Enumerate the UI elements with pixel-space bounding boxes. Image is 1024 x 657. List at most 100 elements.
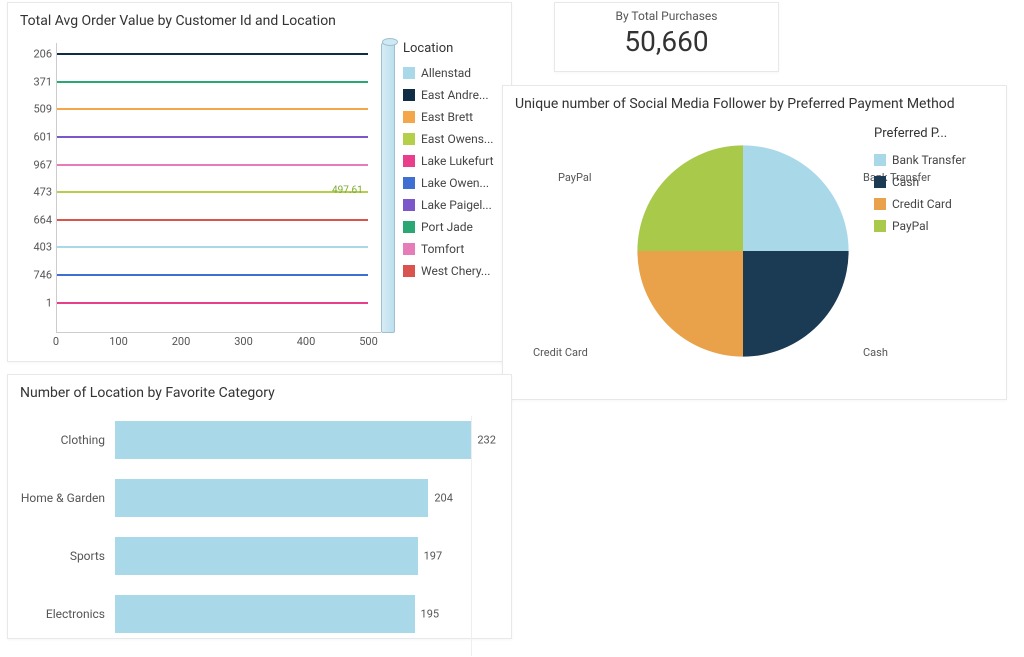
hbar-row[interactable]: Home & Garden 204 [20, 473, 499, 523]
legend-label: East Owens... [421, 132, 493, 146]
line-chart-panel: Total Avg Order Value by Customer Id and… [7, 2, 512, 362]
plot-area[interactable]: 497.61 [56, 43, 381, 333]
legend-swatch [874, 220, 886, 232]
hbar-track: 195 [115, 595, 499, 633]
legend-title: Preferred P... [874, 126, 994, 141]
line-chart-body[interactable]: 2063715096019674736644037461 497.61 0100… [8, 33, 511, 353]
legend-item[interactable]: East Andre... [403, 84, 508, 106]
legend-swatch [403, 199, 415, 211]
kpi-value: 50,660 [555, 23, 778, 58]
pie-slice-label: Cash [863, 346, 888, 359]
series-line[interactable] [57, 219, 368, 221]
hbar-value: 197 [424, 550, 443, 563]
series-line[interactable] [57, 191, 368, 193]
legend-swatch [403, 155, 415, 167]
legend-item[interactable]: Tomfort [403, 238, 508, 260]
series-line[interactable] [57, 246, 368, 248]
pie-slice[interactable] [743, 145, 849, 251]
series-line[interactable] [57, 274, 368, 276]
hbar-category: Electronics [20, 607, 115, 621]
pie-slice-label: PayPal [558, 171, 592, 184]
y-tick-label: 473 [33, 186, 52, 199]
legend-item[interactable]: Cash [874, 171, 994, 193]
series-line[interactable] [57, 302, 368, 304]
series-line[interactable] [57, 108, 368, 110]
series-value-label: 497.61 [332, 185, 363, 196]
hbar-track: 197 [115, 537, 499, 575]
legend-swatch [874, 176, 886, 188]
hbar-value: 232 [477, 434, 496, 447]
series-line[interactable] [57, 53, 368, 55]
legend-swatch [403, 67, 415, 79]
legend-label: East Andre... [421, 88, 488, 102]
legend: Location Allenstad East Andre... East Bret… [403, 41, 508, 282]
hbar-row[interactable]: Clothing 232 [20, 415, 499, 465]
hbar-body[interactable]: Clothing 232 Home & Garden 204 Sports 197 Elec… [8, 405, 511, 657]
kpi-card: By Total Purchases 50,660 [554, 2, 779, 72]
legend-label: Cash [892, 175, 919, 189]
legend-label: Lake Paigel... [421, 198, 492, 212]
x-axis: 0100200300400500 [56, 335, 381, 351]
y-tick-label: 664 [33, 213, 52, 226]
hbar-category: Sports [20, 549, 115, 563]
series-line[interactable] [57, 81, 368, 83]
legend-label: Allenstad [421, 66, 471, 80]
x-tick-label: 100 [109, 335, 128, 348]
kpi-label: By Total Purchases [555, 3, 778, 23]
hbar-category: Clothing [20, 433, 115, 447]
panel-title: Number of Location by Favorite Category [8, 375, 511, 405]
pie-slice[interactable] [743, 251, 849, 357]
pie-svg[interactable] [633, 141, 853, 361]
axis-3d-cylinder [381, 43, 395, 333]
hbar-row[interactable]: Electronics 195 [20, 589, 499, 639]
pie-slice-label: Credit Card [533, 346, 588, 359]
legend-label: East Brett [421, 110, 473, 124]
legend-item[interactable]: East Owens... [403, 128, 508, 150]
hbar-category: Home & Garden [20, 491, 115, 505]
legend-swatch [874, 198, 886, 210]
panel-title: Total Avg Order Value by Customer Id and… [8, 3, 511, 33]
legend-swatch [403, 221, 415, 233]
panel-title: Unique number of Social Media Follower b… [503, 86, 1006, 116]
legend-label: Lake Lukefurt [421, 154, 494, 168]
hbar-track: 204 [115, 479, 499, 517]
x-tick-label: 400 [297, 335, 316, 348]
legend-label: Bank Transfer [892, 153, 966, 167]
y-tick-label: 509 [33, 103, 52, 116]
legend-item[interactable]: Allenstad [403, 62, 508, 84]
hbar-value: 195 [421, 608, 440, 621]
legend-label: Tomfort [421, 242, 464, 256]
pie-slice[interactable] [637, 145, 743, 251]
x-tick-label: 300 [234, 335, 253, 348]
y-tick-label: 206 [33, 48, 52, 61]
hbar-chart-panel: Number of Location by Favorite Category … [7, 374, 512, 639]
legend-item[interactable]: Lake Lukefurt [403, 150, 508, 172]
y-tick-label: 746 [33, 269, 52, 282]
hbar-row[interactable]: Sports 197 [20, 531, 499, 581]
y-tick-label: 967 [33, 158, 52, 171]
y-tick-label: 371 [33, 75, 52, 88]
legend-item[interactable]: PayPal [874, 215, 994, 237]
legend-item[interactable]: East Brett [403, 106, 508, 128]
pie-slice[interactable] [637, 251, 743, 357]
legend-swatch [403, 111, 415, 123]
legend-label: Credit Card [892, 197, 952, 211]
series-line[interactable] [57, 164, 368, 166]
y-axis: 2063715096019674736644037461 [18, 43, 56, 333]
series-line[interactable] [57, 136, 368, 138]
legend-label: PayPal [892, 219, 929, 233]
hbar-fill [115, 421, 471, 459]
legend-swatch [403, 133, 415, 145]
legend-item[interactable]: Credit Card [874, 193, 994, 215]
x-tick-label: 500 [359, 335, 378, 348]
legend-item[interactable]: Lake Owen... [403, 172, 508, 194]
legend-item[interactable]: Bank Transfer [874, 149, 994, 171]
legend-item[interactable]: Port Jade [403, 216, 508, 238]
legend-title: Location [403, 41, 508, 56]
legend-item[interactable]: Lake Paigel... [403, 194, 508, 216]
legend-item[interactable]: West Chery... [403, 260, 508, 282]
hbar-value: 204 [434, 492, 453, 505]
pie-chart-body[interactable]: Bank Transfer Cash Credit Card PayPal Prefe… [503, 116, 1006, 396]
legend-label: West Chery... [421, 264, 490, 278]
legend: Preferred P... Bank Transfer Cash Credit C… [874, 126, 994, 237]
